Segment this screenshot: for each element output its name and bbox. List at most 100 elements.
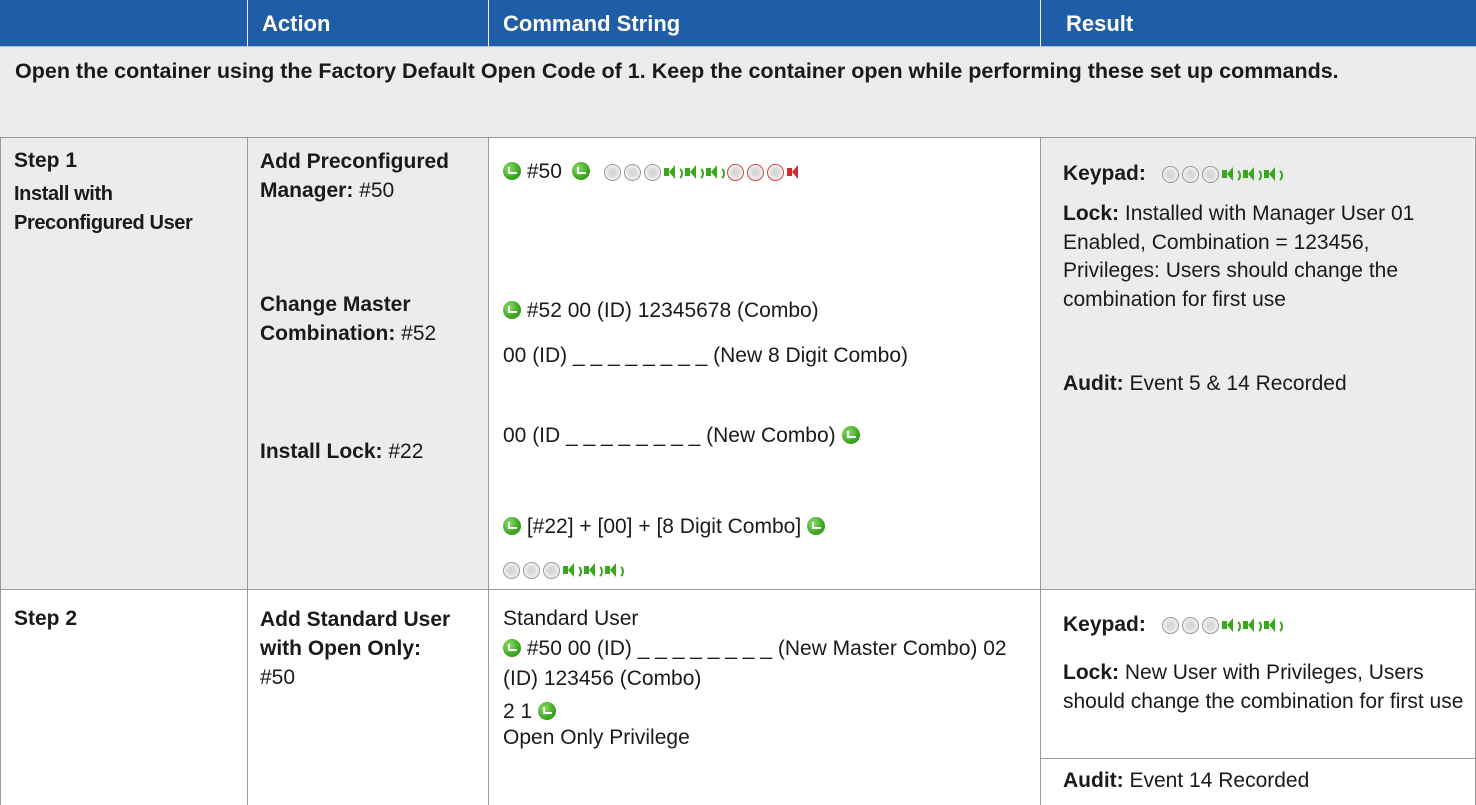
command-line-3: 2 1 xyxy=(503,698,557,726)
green-beep-icon xyxy=(663,164,683,181)
result-divider xyxy=(1041,758,1475,759)
result-audit: Audit: Event 14 Recorded xyxy=(1063,767,1309,795)
green-beep-icon xyxy=(1221,617,1241,634)
enter-icon xyxy=(503,162,521,180)
keypress-icon xyxy=(603,164,621,181)
command-line-1: #50 xyxy=(503,158,808,186)
enter-icon xyxy=(503,639,521,657)
command-text: [#22] + [00] + [8 Digit Combo] xyxy=(526,515,802,538)
red-keypress-icon xyxy=(766,164,784,181)
enter-icon xyxy=(807,517,826,535)
command-line-1: Standard User xyxy=(503,607,639,630)
red-keypress-icon xyxy=(726,164,744,181)
green-beep-icon xyxy=(1263,617,1283,634)
command-text: #50 xyxy=(526,160,562,183)
action-code: #50 xyxy=(359,179,395,202)
green-beep-icon xyxy=(1242,617,1262,634)
result-audit: Audit: Event 5 & 14 Recorded xyxy=(1063,370,1347,398)
action-label: Add Standard User with Open Only: xyxy=(260,608,451,660)
green-beep-icon xyxy=(684,164,704,181)
command-text: 2 1 xyxy=(503,700,533,723)
table-header: Action Command String Result xyxy=(0,0,1476,46)
keypress-icon xyxy=(1161,617,1179,634)
command-confirm-sequence xyxy=(503,556,626,584)
header-divider xyxy=(488,0,489,46)
enter-icon xyxy=(841,426,860,444)
green-beep-icon xyxy=(1263,166,1283,183)
green-beep-icon xyxy=(1242,166,1262,183)
green-beep-icon xyxy=(584,562,603,579)
result-keypad: Keypad: xyxy=(1063,160,1285,188)
header-divider xyxy=(247,0,248,46)
action-change-master: Change Master Combination: #52 xyxy=(260,290,482,348)
action-install-lock: Install Lock: #22 xyxy=(260,437,482,466)
keypress-icon xyxy=(503,562,520,579)
header-divider xyxy=(1040,0,1041,46)
command-text: #52 00 (ID) 12345678 (Combo) xyxy=(526,299,819,322)
step-subtitle: Install with Preconfigured User xyxy=(14,183,193,234)
lock-label: Lock: xyxy=(1063,661,1120,684)
action-label: Add Preconfigured Manager: xyxy=(260,150,450,202)
enter-icon xyxy=(503,517,521,535)
header-command-string: Command String xyxy=(503,11,681,36)
command-line-2: #52 00 (ID) 12345678 (Combo) xyxy=(503,297,819,325)
header-action: Action xyxy=(262,11,331,36)
audit-label: Audit: xyxy=(1063,769,1124,792)
action-code: #50 xyxy=(260,666,296,689)
green-beep-icon xyxy=(605,562,624,579)
action-add-manager: Add Preconfigured Manager: #50 xyxy=(260,147,482,205)
action-code: #52 xyxy=(401,322,437,345)
green-beep-icon xyxy=(705,164,725,181)
audit-text: Event 14 Recorded xyxy=(1129,769,1310,792)
intro-text: Open the container using the Factory Def… xyxy=(15,59,1339,83)
audit-label: Audit: xyxy=(1063,372,1124,395)
command-line-2: #50 00 (ID) _ _ _ _ _ _ _ _ (New Master … xyxy=(503,634,1023,694)
keypress-icon xyxy=(1201,166,1219,183)
enter-icon xyxy=(538,702,557,720)
action-add-standard-user: Add Standard User with Open Only: #50 xyxy=(260,605,460,692)
keypad-label: Keypad: xyxy=(1063,162,1146,185)
green-beep-icon xyxy=(563,562,582,579)
keypress-icon xyxy=(623,164,641,181)
keypress-sequence xyxy=(603,158,808,186)
command-line-4: 00 (ID _ _ _ _ _ _ _ _ (New Combo) xyxy=(503,422,860,450)
result-keypad: Keypad: xyxy=(1063,611,1285,639)
command-text: #50 00 (ID) _ _ _ _ _ _ _ _ (New Master … xyxy=(503,637,1007,690)
keypad-label: Keypad: xyxy=(1063,613,1146,636)
red-keypress-icon xyxy=(746,164,764,181)
keypress-sequence xyxy=(1161,160,1285,188)
green-beep-icon xyxy=(1221,166,1241,183)
action-code: #22 xyxy=(388,440,424,463)
keypress-icon xyxy=(1201,617,1219,634)
command-line-4: Open Only Privilege xyxy=(503,726,690,749)
step-label: Step 1 xyxy=(14,149,78,172)
command-text: 00 (ID _ _ _ _ _ _ _ _ (New Combo) xyxy=(503,424,836,447)
keypress-icon xyxy=(543,562,560,579)
lock-text: New User with Privileges, Users should c… xyxy=(1063,661,1464,713)
result-lock: Lock: New User with Privileges, Users sh… xyxy=(1063,659,1471,716)
grid-line xyxy=(0,138,1,805)
enter-icon xyxy=(503,301,521,319)
keypress-sequence xyxy=(1161,611,1285,639)
grid-line xyxy=(488,138,489,805)
grid-line xyxy=(247,138,248,805)
keypress-icon xyxy=(1161,166,1179,183)
enter-icon xyxy=(571,162,590,180)
header-blank xyxy=(0,0,247,46)
grid-line xyxy=(1040,138,1041,805)
lock-label: Lock: xyxy=(1063,202,1120,225)
audit-text: Event 5 & 14 Recorded xyxy=(1129,372,1347,395)
header-result: Result xyxy=(1066,11,1134,36)
intro-row: Open the container using the Factory Def… xyxy=(0,46,1476,138)
step-label: Step 2 xyxy=(14,607,78,630)
keypress-icon xyxy=(1181,617,1199,634)
result-lock: Lock: Installed with Manager User 01 Ena… xyxy=(1063,200,1471,314)
red-beep-icon xyxy=(786,164,805,180)
command-line-3: 00 (ID) _ _ _ _ _ _ _ _ (New 8 Digit Com… xyxy=(503,344,909,367)
keypress-icon xyxy=(523,562,540,579)
keypress-icon xyxy=(1181,166,1199,183)
keypress-icon xyxy=(643,164,661,181)
action-label: Change Master Combination: xyxy=(260,293,411,345)
action-label: Install Lock: xyxy=(260,440,383,463)
command-line-5: [#22] + [00] + [8 Digit Combo] xyxy=(503,513,826,541)
